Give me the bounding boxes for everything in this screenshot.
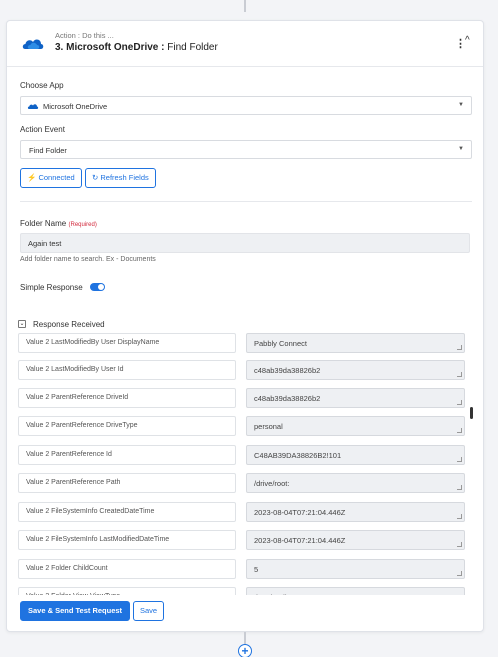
folder-name-help: Add folder name to search. Ex - Document… (20, 256, 156, 263)
resize-grip-icon[interactable] (457, 428, 462, 433)
table-row: Value 2 ParentReference DriveType person… (17, 416, 467, 436)
response-value[interactable]: c48ab39da38826b2 (246, 388, 465, 408)
action-event-label: Action Event (20, 125, 65, 134)
table-row: Value 2 FileSystemInfo LastModifiedDateT… (17, 530, 467, 550)
connector-line-top (244, 0, 246, 12)
save-send-test-button[interactable]: Save & Send Test Request (20, 601, 131, 621)
caret-down-icon: ▼ (458, 102, 464, 108)
step-action: Find Folder (167, 42, 218, 53)
table-row: Value 2 ParentReference Path /drive/root… (17, 473, 467, 493)
onedrive-small-icon (27, 104, 39, 109)
choose-app-label: Choose App (20, 81, 64, 90)
folder-name-input[interactable]: Again test (20, 233, 470, 253)
response-value[interactable]: personal (246, 416, 465, 436)
folder-name-label: Folder Name (Required) (20, 219, 97, 228)
resize-grip-icon[interactable] (457, 514, 462, 519)
folder-name-value: Again test (28, 239, 62, 248)
refresh-label: Refresh Fields (100, 173, 149, 182)
table-row: Value 2 Folder View ViewType thumbnails (17, 587, 467, 595)
resize-grip-icon[interactable] (457, 372, 462, 377)
table-row: Value 2 ParentReference DriveId c48ab39d… (17, 388, 467, 408)
response-key: Value 2 ParentReference Id (18, 445, 236, 465)
response-received-checkbox[interactable]: ⌄ (18, 320, 26, 328)
action-event-select[interactable]: Find Folder ▼ (20, 140, 472, 159)
collapse-chevron-icon[interactable]: ^ (465, 35, 470, 46)
response-scrollbar[interactable] (470, 407, 473, 419)
simple-response-label: Simple Response (20, 283, 83, 292)
required-tag: (Required) (68, 222, 97, 228)
resize-grip-icon[interactable] (457, 485, 462, 490)
response-received-label: Response Received (33, 320, 105, 329)
response-key: Value 2 ParentReference DriveType (18, 416, 236, 436)
table-row: Value 2 Folder ChildCount 5 (17, 559, 467, 579)
table-row: Value 2 FileSystemInfo CreatedDateTime 2… (17, 502, 467, 522)
step-name: 3. Microsoft OneDrive : (55, 42, 165, 53)
caret-down-icon: ▼ (458, 146, 464, 152)
response-fields-list[interactable]: Value 2 LastModifiedBy User DisplayName … (17, 333, 467, 595)
response-value[interactable]: thumbnails (246, 587, 465, 595)
resize-grip-icon[interactable] (457, 571, 462, 576)
response-key: Value 2 ParentReference Path (18, 473, 236, 493)
simple-response-toggle[interactable] (90, 283, 105, 291)
plug-icon: ⚡ (27, 173, 37, 182)
table-row: Value 2 LastModifiedBy User Id c48ab39da… (17, 360, 467, 380)
response-key: Value 2 FileSystemInfo LastModifiedDateT… (18, 530, 236, 550)
save-button[interactable]: Save (133, 601, 165, 621)
toggle-knob (98, 284, 104, 290)
action-event-value: Find Folder (29, 146, 67, 155)
choose-app-value: Microsoft OneDrive (43, 102, 108, 111)
add-step-plus-icon[interactable]: + (238, 644, 252, 657)
folder-name-label-text: Folder Name (20, 219, 67, 228)
action-step-card: Action : Do this ... 3. Microsoft OneDri… (6, 20, 484, 632)
refresh-icon: ↻ (92, 173, 99, 182)
table-row: Value 2 ParentReference Id C48AB39DA3882… (17, 445, 467, 465)
response-value[interactable]: 2023-08-04T07:21:04.446Z (246, 502, 465, 522)
response-key: Value 2 LastModifiedBy User DisplayName (18, 333, 236, 353)
response-value[interactable]: c48ab39da38826b2 (246, 360, 465, 380)
table-row: Value 2 LastModifiedBy User DisplayName … (17, 333, 467, 353)
response-key: Value 2 FileSystemInfo CreatedDateTime (18, 502, 236, 522)
section-divider (20, 201, 472, 202)
response-key: Value 2 Folder View ViewType (18, 587, 236, 595)
resize-grip-icon[interactable] (457, 457, 462, 462)
response-value[interactable]: 2023-08-04T07:21:04.446Z (246, 530, 465, 550)
resize-grip-icon[interactable] (457, 400, 462, 405)
response-value[interactable]: 5 (246, 559, 465, 579)
step-title: 3. Microsoft OneDrive : Find Folder (55, 42, 218, 53)
refresh-fields-button[interactable]: ↻ Refresh Fields (85, 168, 156, 188)
resize-grip-icon[interactable] (457, 345, 462, 350)
response-key: Value 2 LastModifiedBy User Id (18, 360, 236, 380)
onedrive-logo-icon (22, 39, 44, 49)
step-header[interactable]: Action : Do this ... 3. Microsoft OneDri… (7, 21, 483, 67)
response-key: Value 2 ParentReference DriveId (18, 388, 236, 408)
choose-app-select[interactable]: Microsoft OneDrive ▼ (20, 96, 472, 115)
connected-button[interactable]: ⚡ Connected (20, 168, 82, 188)
response-key: Value 2 Folder ChildCount (18, 559, 236, 579)
resize-grip-icon[interactable] (457, 542, 462, 547)
step-subtitle: Action : Do this ... (55, 31, 114, 40)
connected-label: Connected (38, 173, 75, 182)
response-value[interactable]: Pabbly Connect (246, 333, 465, 353)
response-value[interactable]: C48AB39DA38826B2!101 (246, 445, 465, 465)
response-value[interactable]: /drive/root: (246, 473, 465, 493)
